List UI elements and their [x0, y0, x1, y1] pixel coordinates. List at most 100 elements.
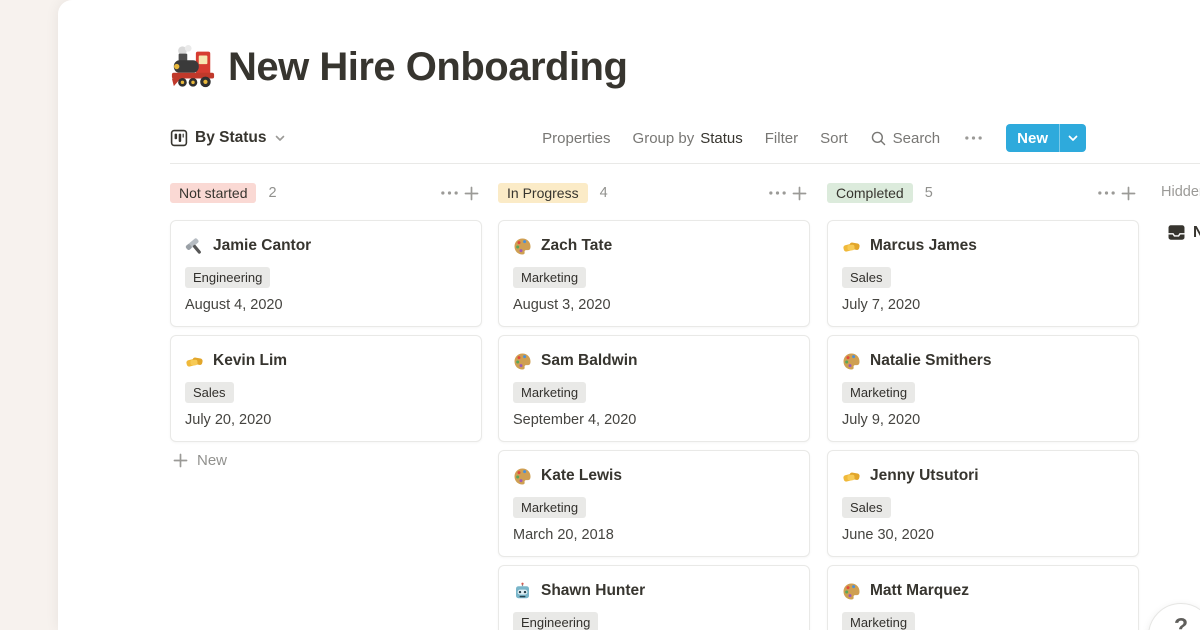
card-list: Jamie CantorEngineeringAugust 4, 2020Kev… [170, 220, 482, 442]
column-completed: Completed5Marcus JamesSalesJuly 7, 2020N… [827, 180, 1139, 630]
card-tag: Marketing [513, 382, 586, 403]
palette-emoji [513, 467, 532, 486]
card-name: Marcus James [870, 237, 977, 255]
card-kevin-lim[interactable]: Kevin Lim Sales July 20, 2020 [170, 335, 482, 442]
column-add-button[interactable] [460, 182, 482, 204]
plus-icon [172, 452, 189, 469]
app: New Hire Onboarding By Status Properties… [0, 0, 1200, 630]
column-add-button[interactable] [1117, 182, 1139, 204]
card-shawn-hunter[interactable]: Shawn Hunter Engineering [498, 565, 810, 630]
card-date: July 7, 2020 [842, 297, 1124, 313]
palette-emoji [842, 582, 861, 601]
column-not-started: Not started2Jamie CantorEngineeringAugus… [170, 180, 482, 469]
column-more-button[interactable] [1095, 182, 1117, 204]
card-date: March 20, 2018 [513, 527, 795, 543]
card-title-row: Matt Marquez [842, 579, 1124, 603]
card-name: Sam Baldwin [541, 352, 637, 370]
card-name: Matt Marquez [870, 582, 969, 600]
card-tag: Marketing [513, 267, 586, 288]
group-by-button[interactable]: Group by Status [633, 130, 743, 147]
card-name: Jamie Cantor [213, 237, 311, 255]
column-add-button[interactable] [788, 182, 810, 204]
column-header: Not started 2 [170, 180, 482, 206]
card-name: Kate Lewis [541, 467, 622, 485]
card-tag: Marketing [842, 382, 915, 403]
card-matt-marquez[interactable]: Matt Marquez Marketing [827, 565, 1139, 630]
card-tag: Engineering [185, 267, 270, 288]
card-tag: Sales [842, 497, 891, 518]
column-badge-in-progress[interactable]: In Progress [498, 183, 588, 203]
handshake-emoji [185, 352, 204, 371]
inbox-icon [1167, 223, 1186, 242]
palette-emoji [513, 237, 532, 256]
locomotive-emoji[interactable] [170, 44, 216, 90]
card-list: Zach TateMarketingAugust 3, 2020Sam Bald… [498, 220, 810, 630]
hammer-emoji [185, 237, 204, 256]
card-title-row: Sam Baldwin [513, 349, 795, 373]
card-jamie-cantor[interactable]: Jamie CantorEngineeringAugust 4, 2020 [170, 220, 482, 327]
help-label: ? [1174, 613, 1188, 630]
column-more-button[interactable] [438, 182, 460, 204]
card-tag: Engineering [513, 612, 598, 630]
card-zach-tate[interactable]: Zach TateMarketingAugust 3, 2020 [498, 220, 810, 327]
view-switcher[interactable]: By Status [170, 129, 286, 147]
page-title[interactable]: New Hire Onboarding [228, 45, 627, 90]
card-date: June 30, 2020 [842, 527, 1124, 543]
column-count: 2 [268, 185, 276, 201]
card-date: August 3, 2020 [513, 297, 795, 313]
card-title-row: Jenny Utsutori [842, 464, 1124, 488]
hidden-group-no-status[interactable]: No Status [1167, 223, 1200, 242]
properties-button[interactable]: Properties [542, 130, 610, 147]
column-new-card-label: New [197, 452, 227, 469]
hidden-columns-label[interactable]: Hidden columns [1161, 184, 1200, 200]
card-date: July 9, 2020 [842, 412, 1124, 428]
board: Not started 2 Jamie Cantor Engineering Augus… [0, 180, 1200, 630]
card-date: July 20, 2020 [185, 412, 467, 428]
card-title-row: Kate Lewis [513, 464, 795, 488]
card-tag: Marketing [842, 612, 915, 630]
column-count: 5 [925, 185, 933, 201]
column-badge-not-started[interactable]: Not started [170, 183, 256, 203]
new-button-chevron[interactable] [1060, 124, 1086, 152]
toolbar-divider [170, 163, 1200, 164]
column-in-progress: In Progress4Zach TateMarketingAugust 3, … [498, 180, 810, 630]
column-new-card-button[interactable]: New [170, 452, 482, 469]
more-horizontal-icon [964, 134, 983, 142]
column-more-button[interactable] [766, 182, 788, 204]
new-button[interactable]: New [1006, 124, 1086, 152]
card-title-row: Kevin Lim [185, 349, 467, 373]
chevron-down-icon [1067, 132, 1079, 144]
filter-button[interactable]: Filter [765, 130, 798, 147]
board-view-icon [170, 129, 188, 147]
more-horizontal-icon [1097, 189, 1116, 197]
plus-icon [463, 185, 480, 202]
more-horizontal-icon [768, 189, 787, 197]
card-name: Jenny Utsutori [870, 467, 979, 485]
handshake-emoji [842, 467, 861, 486]
card-title-row: Shawn Hunter [513, 579, 795, 603]
robot-emoji [513, 582, 532, 601]
card-name: Natalie Smithers [870, 352, 991, 370]
card-title-row: Marcus James [842, 234, 1124, 258]
card-marcus-james[interactable]: Marcus JamesSalesJuly 7, 2020 [827, 220, 1139, 327]
card-title-row: Natalie Smithers [842, 349, 1124, 373]
card-kate-lewis[interactable]: Kate Lewis Marketing March 20, 2018 [498, 450, 810, 557]
card-jenny-utsutori[interactable]: Jenny Utsutori Sales June 30, 2020 [827, 450, 1139, 557]
group-by-value: Status [700, 130, 743, 147]
more-options-button[interactable] [962, 127, 984, 149]
card-tag: Marketing [513, 497, 586, 518]
search-icon [870, 130, 887, 147]
card-natalie-smithers[interactable]: Natalie Smithers Marketing July 9, 2020 [827, 335, 1139, 442]
card-name: Kevin Lim [213, 352, 287, 370]
search-label: Search [893, 130, 941, 147]
hidden-group-label: No Status [1193, 224, 1200, 242]
search-button[interactable]: Search [870, 130, 941, 147]
title-row: New Hire Onboarding [170, 44, 627, 90]
plus-icon [791, 185, 808, 202]
column-header: Completed 5 [827, 180, 1139, 206]
view-label: By Status [195, 129, 267, 147]
sort-button[interactable]: Sort [820, 130, 848, 147]
card-tag: Sales [185, 382, 234, 403]
column-badge-completed[interactable]: Completed [827, 183, 913, 203]
card-sam-baldwin[interactable]: Sam BaldwinMarketingSeptember 4, 2020 [498, 335, 810, 442]
